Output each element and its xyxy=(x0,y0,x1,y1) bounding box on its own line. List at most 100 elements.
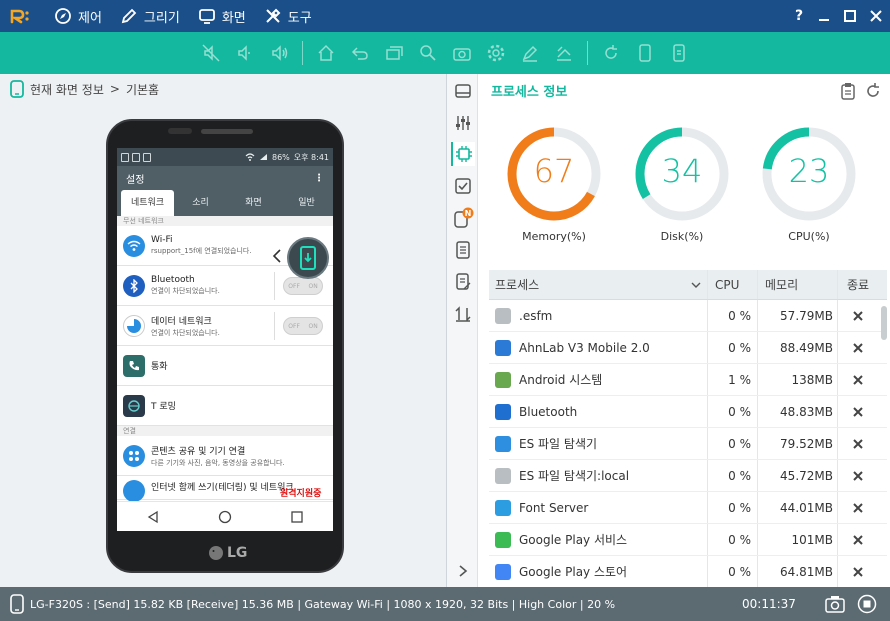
generic-app-icon xyxy=(495,307,511,324)
menu-control[interactable]: 제어 xyxy=(54,7,102,26)
screenshot-icon[interactable] xyxy=(825,595,845,613)
volume-up-button[interactable] xyxy=(262,36,296,70)
tab-sound[interactable]: 소리 xyxy=(174,190,227,216)
notification-button[interactable]: N xyxy=(451,206,475,230)
kill-process-button[interactable] xyxy=(838,556,878,587)
setting-content-share[interactable]: 콘텐츠 공유 및 기기 연결 다른 기기와 사진, 음악, 동영상을 공유합니다. xyxy=(117,436,333,476)
clipboard-icon[interactable] xyxy=(839,82,857,100)
collapse-arrow-icon[interactable] xyxy=(272,248,282,264)
draw-tool-button[interactable] xyxy=(513,36,547,70)
column-cpu[interactable]: CPU xyxy=(708,270,758,299)
home-button[interactable] xyxy=(309,36,343,70)
overflow-menu-icon[interactable]: ⋮ xyxy=(314,173,324,184)
column-end: 종료 xyxy=(846,278,870,292)
minimize-button[interactable] xyxy=(811,0,837,32)
tab-general[interactable]: 일반 xyxy=(280,190,333,216)
share-icon xyxy=(123,444,145,467)
setting-call[interactable]: 통화 xyxy=(117,346,333,386)
battery-level: 86% xyxy=(271,152,290,162)
ahnlab-icon xyxy=(495,339,511,356)
tuning-button[interactable] xyxy=(451,111,475,135)
cpu-value: 23 xyxy=(788,152,830,190)
table-row[interactable]: AhnLab V3 Mobile 2.0 0 % 88.49MB xyxy=(489,332,887,364)
table-row[interactable]: Android 시스템 1 % 138MB xyxy=(489,364,887,396)
maximize-button[interactable] xyxy=(837,0,863,32)
menu-tools[interactable]: 도구 xyxy=(264,7,312,26)
setting-subtitle: 다른 기기와 사진, 음악, 동영상을 공유합니다. xyxy=(151,458,285,467)
marker-icon xyxy=(522,45,538,62)
log-button[interactable] xyxy=(451,238,475,262)
mute-icon xyxy=(202,44,220,62)
help-label: ? xyxy=(794,8,804,24)
search-button[interactable] xyxy=(411,36,445,70)
table-row[interactable]: Google Play 스토어 0 % 64.81MB xyxy=(489,556,887,588)
menu-screen[interactable]: 화면 xyxy=(198,7,246,26)
kill-process-button[interactable] xyxy=(838,524,878,555)
expand-panel-button[interactable] xyxy=(451,559,475,583)
close-icon xyxy=(853,534,863,545)
close-button[interactable] xyxy=(863,0,889,32)
kill-process-button[interactable] xyxy=(838,396,878,427)
table-row[interactable]: Google Play 서비스 0 % 101MB xyxy=(489,524,887,556)
table-row[interactable]: ES 파일 탐색기:local 0 % 45.72MB xyxy=(489,460,887,492)
transfer-button[interactable] xyxy=(451,302,475,326)
process-name: ES 파일 탐색기 xyxy=(519,437,598,451)
close-icon xyxy=(853,438,863,449)
memory-value: 67 xyxy=(533,152,575,190)
kill-process-button[interactable] xyxy=(838,428,878,459)
recent-apps-button[interactable] xyxy=(377,36,411,70)
phone-icon xyxy=(639,44,651,62)
roaming-icon xyxy=(123,394,145,417)
kill-process-button[interactable] xyxy=(838,492,878,523)
setting-mobile-data[interactable]: 데이터 네트워크 연결이 차단되었습니다. OFF ON xyxy=(117,306,333,346)
nav-back-icon[interactable] xyxy=(146,510,160,524)
pointer-button[interactable] xyxy=(547,36,581,70)
breadcrumb: 현재 화면 정보 > 기본홈 xyxy=(10,80,159,98)
process-memory: 64.81MB xyxy=(758,556,838,587)
bluetooth-toggle[interactable]: OFF ON xyxy=(283,277,323,295)
mobile-data-toggle[interactable]: OFF ON xyxy=(283,317,323,335)
device-screen-panel: 현재 화면 정보 > 기본홈 86% 오후 8:41 설정 ⋮ 네트워크 소리 … xyxy=(0,74,447,587)
column-memory[interactable]: 메모리 xyxy=(758,270,838,299)
camera-button[interactable] xyxy=(445,36,479,70)
tab-display[interactable]: 화면 xyxy=(227,190,280,216)
device-info-button[interactable] xyxy=(662,36,696,70)
kill-process-button[interactable] xyxy=(838,460,878,491)
table-row[interactable]: ES 파일 탐색기 0 % 79.52MB xyxy=(489,428,887,460)
mute-button[interactable] xyxy=(194,36,228,70)
refresh-icon[interactable] xyxy=(864,82,882,100)
font-server-icon xyxy=(495,499,511,516)
kill-process-button[interactable] xyxy=(838,332,878,363)
back-button[interactable] xyxy=(343,36,377,70)
nav-home-icon[interactable] xyxy=(218,510,232,524)
kill-process-button[interactable] xyxy=(838,300,878,331)
kill-process-button[interactable] xyxy=(838,364,878,395)
process-memory: 44.01MB xyxy=(758,492,838,523)
record-icon[interactable] xyxy=(857,594,877,614)
compass-icon xyxy=(55,8,71,24)
refresh-button[interactable] xyxy=(594,36,628,70)
settings-button[interactable] xyxy=(479,36,513,70)
floating-device-button[interactable] xyxy=(287,237,329,279)
process-info-button[interactable] xyxy=(451,142,475,166)
phone-download-icon xyxy=(300,246,316,270)
help-button[interactable]: ? xyxy=(786,0,812,32)
column-process[interactable]: 프로세스 xyxy=(489,270,708,299)
checklist-button[interactable] xyxy=(451,174,475,198)
table-row[interactable]: Bluetooth 0 % 48.83MB xyxy=(489,396,887,428)
table-row[interactable]: .esfm 0 % 57.79MB xyxy=(489,300,887,332)
app-logo xyxy=(6,0,36,32)
menu-draw[interactable]: 그리기 xyxy=(120,7,180,26)
table-row[interactable]: Font Server 0 % 44.01MB xyxy=(489,492,887,524)
storage-info-button[interactable] xyxy=(451,79,475,103)
report-button[interactable] xyxy=(451,270,475,294)
breadcrumb-home: 기본홈 xyxy=(125,82,160,97)
nav-recents-icon[interactable] xyxy=(290,510,304,524)
phone-screen[interactable]: 86% 오후 8:41 설정 ⋮ 네트워크 소리 화면 일반 무선 네트워크 W… xyxy=(117,148,333,531)
phone-view-button[interactable] xyxy=(628,36,662,70)
volume-down-button[interactable] xyxy=(228,36,262,70)
process-name-cell: Google Play 서비스 xyxy=(489,524,708,555)
setting-roaming[interactable]: T 로밍 xyxy=(117,386,333,426)
tab-network[interactable]: 네트워크 xyxy=(121,190,174,216)
table-scrollbar[interactable] xyxy=(881,306,887,340)
